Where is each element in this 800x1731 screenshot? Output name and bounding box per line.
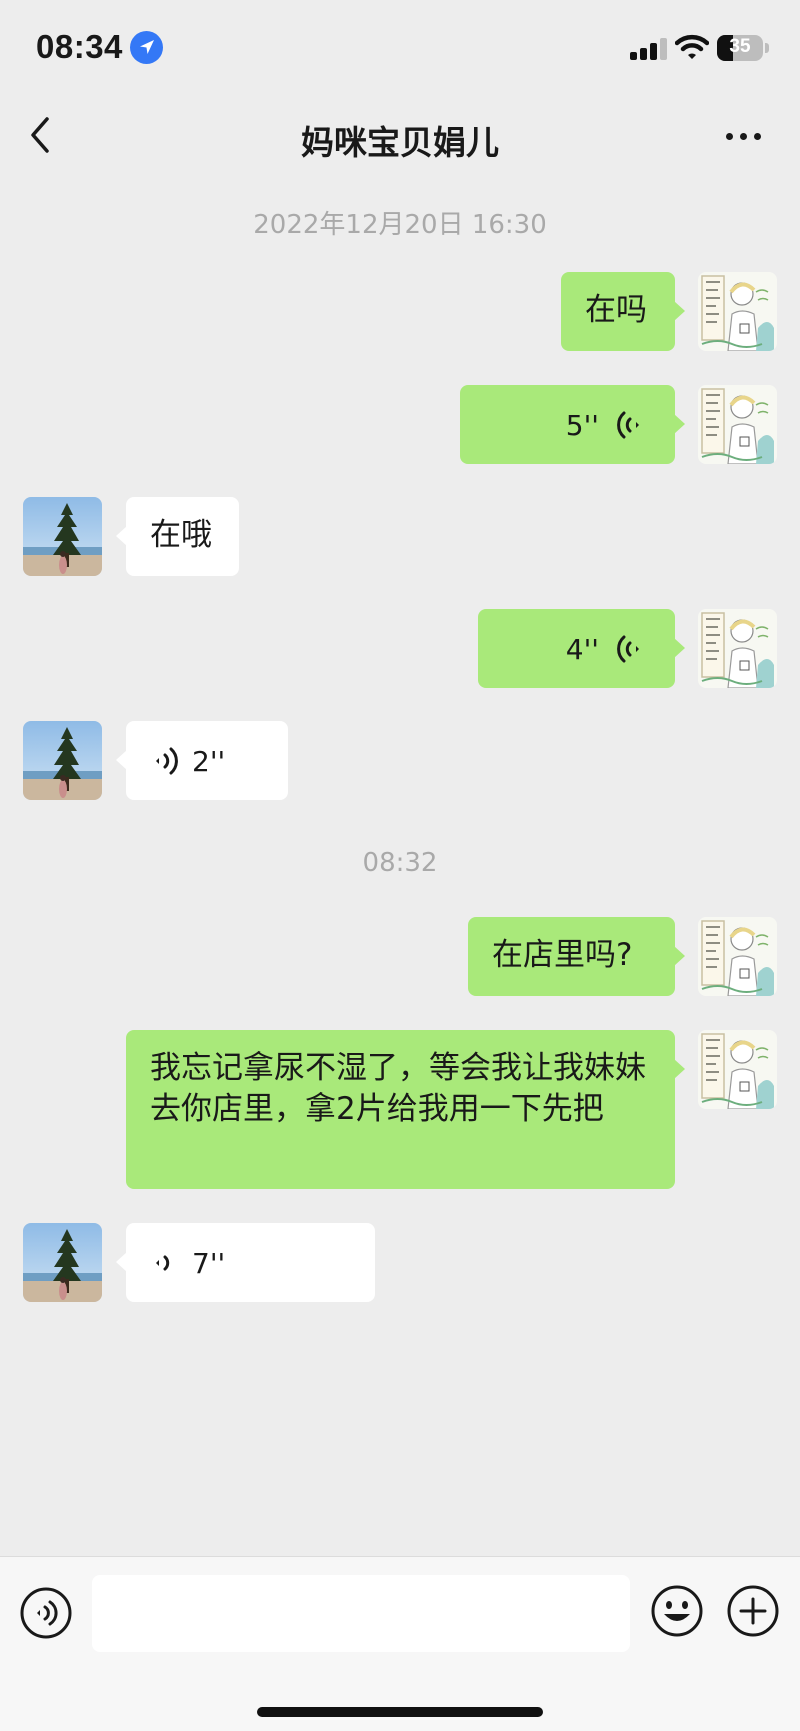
voice-playback-icon xyxy=(617,635,639,663)
incoming-voice-message[interactable]: 2'' xyxy=(116,721,288,800)
contact-avatar[interactable] xyxy=(23,497,102,576)
chat-title[interactable]: 妈咪宝贝娟儿 xyxy=(0,116,800,164)
emoji-icon xyxy=(651,1585,703,1637)
status-time: 08:34 xyxy=(36,28,123,65)
chat-header: 妈咪宝贝娟儿 xyxy=(0,96,800,176)
my-avatar[interactable] xyxy=(698,917,777,996)
more-dots-icon xyxy=(726,133,733,140)
message-text: 我忘记拿尿不湿了，等会我让我妹妹去你店里，拿2片给我用一下先把 xyxy=(150,1050,646,1127)
more-button[interactable] xyxy=(722,126,766,146)
outgoing-message-bubble[interactable]: 在店里吗? xyxy=(468,917,685,996)
incoming-voice-message[interactable]: 7'' xyxy=(116,1223,375,1302)
timestamp: 08:32 xyxy=(362,848,438,878)
contact-avatar[interactable] xyxy=(23,721,102,800)
timestamp: 2022年12月20日 16:30 xyxy=(253,210,547,240)
voice-input-button[interactable] xyxy=(20,1587,72,1639)
voice-duration: 5'' xyxy=(565,409,599,442)
outgoing-voice-message[interactable]: 5'' xyxy=(460,385,685,464)
battery-level: 35 xyxy=(729,36,751,57)
message-text: 在哦 xyxy=(150,517,212,553)
voice-duration: 7'' xyxy=(192,1247,226,1280)
plus-circle-icon xyxy=(727,1585,779,1637)
contact-avatar[interactable] xyxy=(23,1223,102,1302)
incoming-message-bubble[interactable]: 在哦 xyxy=(116,497,239,576)
message-text: 在吗 xyxy=(585,292,647,328)
voice-duration: 2'' xyxy=(192,745,226,778)
battery-icon: 35 xyxy=(717,35,763,61)
voice-input-icon xyxy=(20,1587,72,1639)
status-bar: 08:34 35 xyxy=(0,0,800,96)
input-bar xyxy=(0,1556,800,1731)
my-avatar[interactable] xyxy=(698,385,777,464)
cellular-signal-icon xyxy=(630,38,668,60)
outgoing-message-bubble[interactable]: 我忘记拿尿不湿了，等会我让我妹妹去你店里，拿2片给我用一下先把 xyxy=(126,1030,685,1189)
location-arrow-icon xyxy=(130,31,163,64)
outgoing-message-bubble[interactable]: 在吗 xyxy=(561,272,685,351)
my-avatar[interactable] xyxy=(698,272,777,351)
message-input[interactable] xyxy=(92,1575,630,1652)
wifi-icon xyxy=(674,34,710,60)
voice-duration: 4'' xyxy=(565,633,599,666)
add-button[interactable] xyxy=(726,1584,780,1638)
battery-cap xyxy=(765,43,769,53)
outgoing-voice-message[interactable]: 4'' xyxy=(478,609,685,688)
emoji-button[interactable] xyxy=(650,1584,704,1638)
voice-playback-icon xyxy=(617,411,639,439)
voice-playback-icon xyxy=(156,1255,170,1271)
voice-playback-icon xyxy=(156,747,178,775)
my-avatar[interactable] xyxy=(698,609,777,688)
home-indicator[interactable] xyxy=(257,1707,543,1717)
my-avatar[interactable] xyxy=(698,1030,777,1109)
message-text: 在店里吗? xyxy=(492,937,633,973)
